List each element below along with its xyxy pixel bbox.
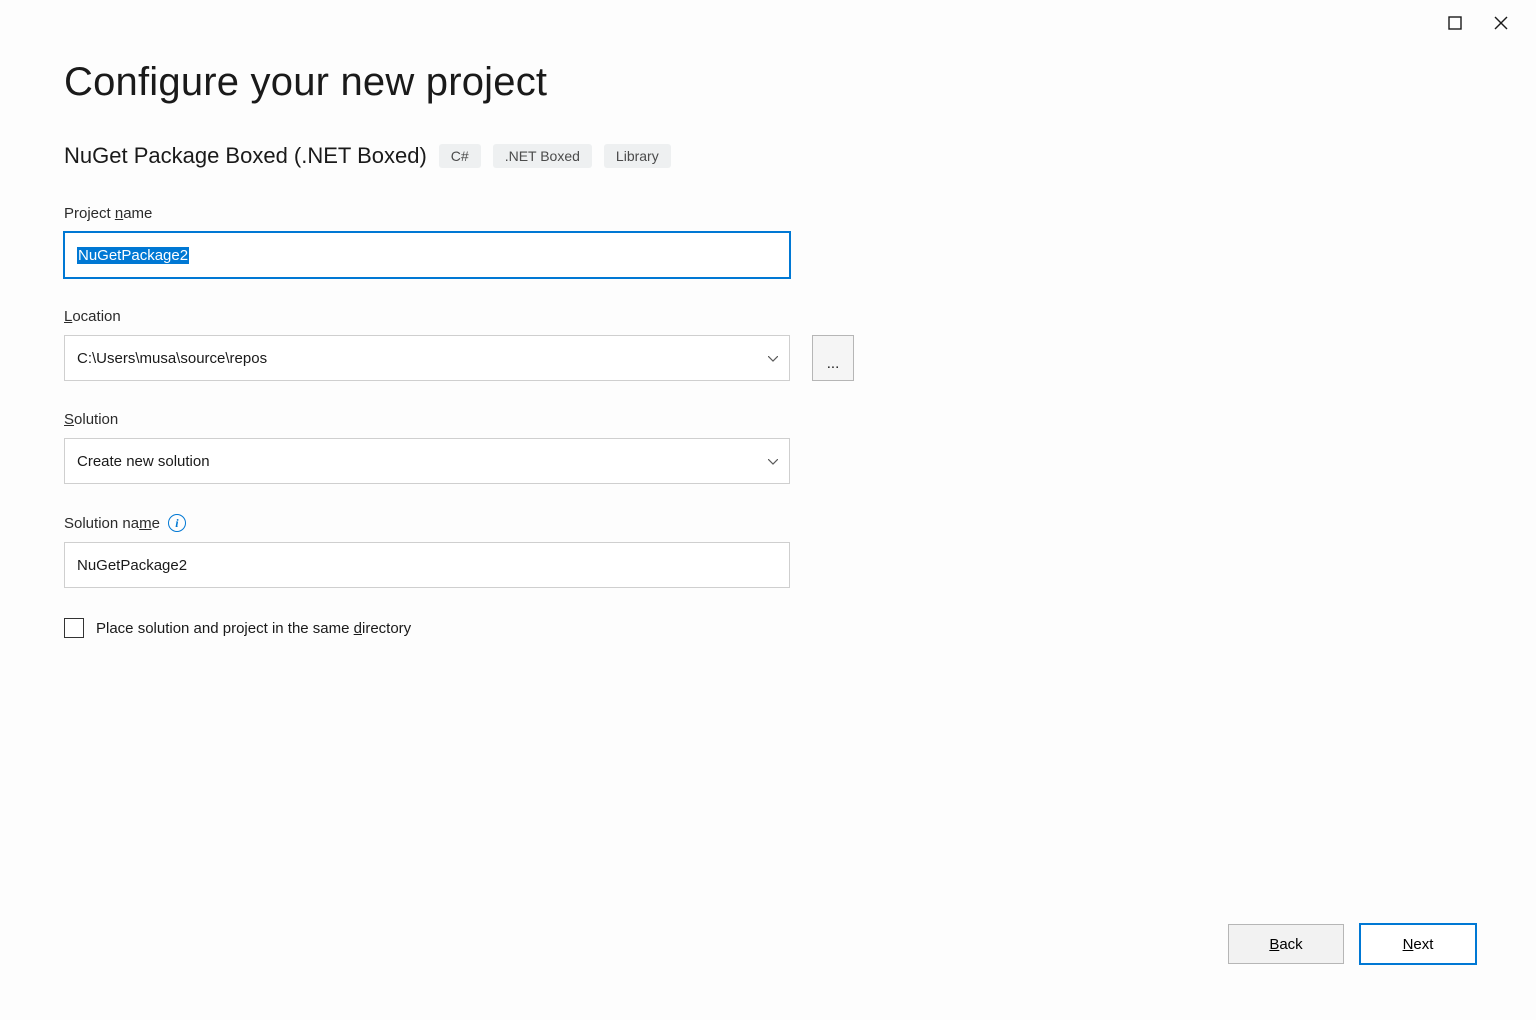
project-name-label: Project name [64, 205, 1472, 222]
location-label: Location [64, 308, 1472, 325]
location-input[interactable]: C:\Users\musa\source\repos [64, 335, 790, 381]
ellipsis-icon: ... [827, 355, 840, 372]
maximize-icon [1448, 16, 1462, 30]
solution-name-label: Solution name i [64, 514, 1472, 532]
same-directory-checkbox[interactable] [64, 618, 84, 638]
same-directory-label: Place solution and project in the same d… [96, 620, 411, 637]
close-button[interactable] [1492, 14, 1510, 32]
browse-button[interactable]: ... [812, 335, 854, 381]
solution-select[interactable]: Create new solution [64, 438, 790, 484]
template-name: NuGet Package Boxed (.NET Boxed) [64, 143, 427, 169]
solution-label: Solution [64, 411, 1472, 428]
info-icon[interactable]: i [168, 514, 186, 532]
solution-name-input[interactable]: NuGetPackage2 [64, 542, 790, 588]
template-tag: C# [439, 144, 481, 168]
page-title: Configure your new project [64, 60, 1472, 105]
back-button[interactable]: Back [1228, 924, 1344, 964]
template-tag: Library [604, 144, 671, 168]
template-tag: .NET Boxed [493, 144, 592, 168]
maximize-button[interactable] [1446, 14, 1464, 32]
close-icon [1494, 16, 1508, 30]
next-button[interactable]: Next [1360, 924, 1476, 964]
project-name-input[interactable]: NuGetPackage2 [64, 232, 790, 278]
